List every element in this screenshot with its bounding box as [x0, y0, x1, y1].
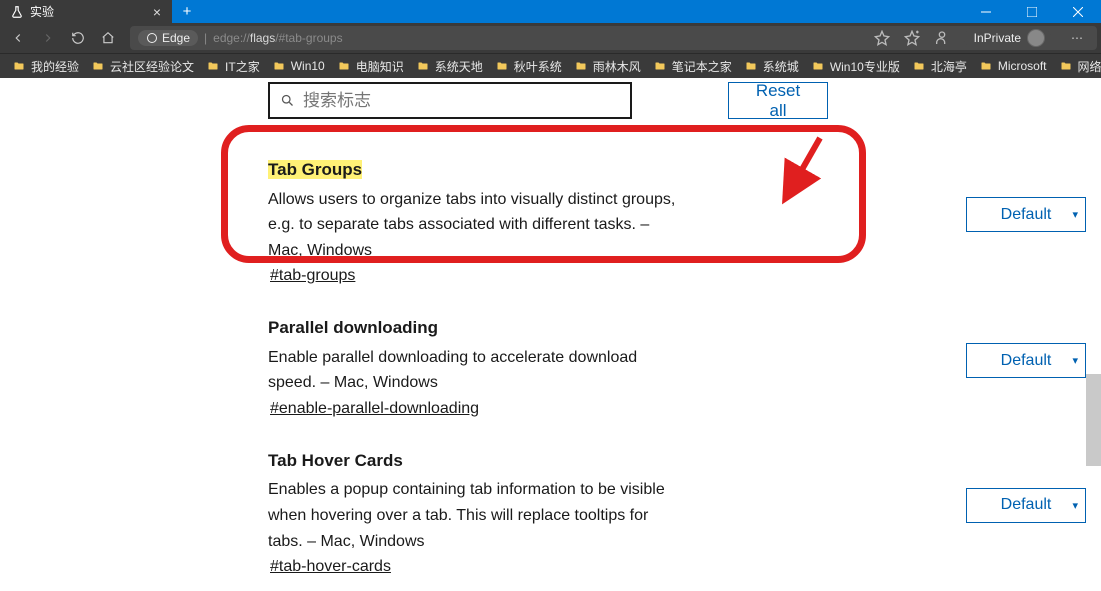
folder-icon — [495, 60, 509, 72]
flag-select-value: Default — [1001, 352, 1052, 370]
flag-select[interactable]: Default ▾ — [966, 488, 1086, 523]
flag-title: Parallel downloading — [268, 318, 438, 337]
flag-select[interactable]: Default ▾ — [966, 197, 1086, 232]
flag-select-value: Default — [1001, 206, 1052, 224]
bookmark-item[interactable]: Win10专业版 — [805, 58, 906, 75]
bookmark-label: Win10专业版 — [830, 58, 900, 75]
title-bar: 实验 × + — [0, 0, 1101, 23]
folder-icon — [337, 60, 351, 72]
flag-anchor-link[interactable]: #tab-groups — [270, 267, 355, 285]
bookmark-item[interactable]: 系统城 — [738, 58, 805, 75]
bookmarks-bar: 我的经验 云社区经验论文 IT之家 Win10 电脑知识 系统天地 秋叶系统 雨林木风 笔记本之… — [0, 53, 1101, 78]
bookmark-label: 我的经验 — [31, 58, 79, 75]
folder-icon — [574, 60, 588, 72]
folder-icon — [206, 60, 220, 72]
bookmark-label: IT之家 — [225, 58, 260, 75]
back-button[interactable] — [4, 24, 32, 52]
folder-icon — [979, 60, 993, 72]
home-button[interactable] — [94, 24, 122, 52]
bookmark-label: 云社区经验论文 — [110, 58, 194, 75]
flag-item: Parallel downloading Enable parallel down… — [268, 315, 828, 418]
chevron-down-icon: ▾ — [1072, 208, 1078, 221]
url-text: edge://flags/#tab-groups — [213, 31, 342, 45]
flag-select-value: Default — [1001, 496, 1052, 514]
folder-icon — [272, 60, 286, 72]
separator: | — [204, 31, 207, 45]
folder-icon — [744, 60, 758, 72]
page-content: Reset all Tab Groups Allows users to orga… — [0, 78, 1101, 591]
bookmark-label: 雨林木风 — [593, 58, 641, 75]
flag-item: Tab Hover Cards Enables a popup containin… — [268, 448, 828, 576]
bookmark-item[interactable]: 系统天地 — [410, 58, 489, 75]
profile-button[interactable]: InPrivate — [964, 27, 1051, 49]
folder-icon — [653, 60, 667, 72]
flag-description: Enable parallel downloading to accelerat… — [268, 345, 678, 396]
bookmark-label: Win10 — [291, 59, 325, 73]
avatar-icon — [1027, 29, 1045, 47]
flask-icon — [10, 5, 24, 19]
bookmark-item[interactable]: IT之家 — [200, 58, 266, 75]
search-icon — [280, 93, 295, 108]
bookmark-item[interactable]: Win10 — [266, 59, 331, 73]
bookmark-item[interactable]: 雨林木风 — [568, 58, 647, 75]
flag-anchor-link[interactable]: #enable-parallel-downloading — [270, 400, 479, 418]
close-window-button[interactable] — [1055, 0, 1101, 23]
folder-icon — [91, 60, 105, 72]
bookmark-label: 北海亭 — [931, 58, 967, 75]
refresh-button[interactable] — [64, 24, 92, 52]
bookmark-item[interactable]: 北海亭 — [906, 58, 973, 75]
search-flags-input-wrapper — [268, 82, 632, 119]
bookmark-label: 秋叶系统 — [514, 58, 562, 75]
flag-description: Enables a popup containing tab informati… — [268, 477, 678, 554]
edge-label: Edge — [162, 31, 190, 45]
forward-button[interactable] — [34, 24, 62, 52]
close-tab-icon[interactable]: × — [150, 5, 164, 19]
bookmark-item[interactable]: 云社区经验论文 — [85, 58, 200, 75]
bookmark-item[interactable]: 我的经验 — [6, 58, 85, 75]
flag-description: Allows users to organize tabs into visua… — [268, 187, 678, 264]
bookmark-item[interactable]: Microsoft — [973, 59, 1053, 73]
favorite-star-icon[interactable] — [874, 30, 890, 46]
nav-toolbar: Edge | edge://flags/#tab-groups InPrivat… — [0, 23, 1101, 53]
folder-icon — [811, 60, 825, 72]
bookmark-label: Microsoft — [998, 59, 1047, 73]
bookmark-label: 笔记本之家 — [672, 58, 732, 75]
extensions-icon[interactable] — [934, 30, 950, 46]
reset-all-button[interactable]: Reset all — [728, 82, 828, 119]
favorites-icon[interactable] — [904, 30, 920, 46]
address-bar[interactable]: Edge | edge://flags/#tab-groups InPrivat… — [130, 26, 1097, 50]
scrollbar-thumb[interactable] — [1086, 374, 1101, 466]
search-flags-input[interactable] — [303, 91, 620, 111]
bookmark-item[interactable]: 电脑知识 — [331, 58, 410, 75]
tab-title: 实验 — [30, 3, 144, 20]
folder-icon — [912, 60, 926, 72]
bookmark-item[interactable]: 网络歌曲 — [1053, 58, 1101, 75]
chevron-down-icon: ▾ — [1072, 354, 1078, 367]
minimize-button[interactable] — [963, 0, 1009, 23]
browser-tab[interactable]: 实验 × — [0, 0, 172, 23]
maximize-button[interactable] — [1009, 0, 1055, 23]
profile-label: InPrivate — [974, 31, 1021, 45]
folder-icon — [12, 60, 26, 72]
chevron-down-icon: ▾ — [1072, 499, 1078, 512]
new-tab-button[interactable]: + — [172, 0, 202, 23]
folder-icon — [1059, 60, 1073, 72]
bookmark-label: 电脑知识 — [356, 58, 404, 75]
flag-select[interactable]: Default ▾ — [966, 343, 1086, 378]
bookmark-label: 系统天地 — [435, 58, 483, 75]
bookmark-item[interactable]: 秋叶系统 — [489, 58, 568, 75]
bookmark-label: 系统城 — [763, 58, 799, 75]
edge-badge: Edge — [138, 30, 198, 46]
flag-item: Tab Groups Allows users to organize tabs … — [268, 157, 828, 285]
flag-anchor-link[interactable]: #tab-hover-cards — [270, 558, 391, 576]
flag-title: Tab Hover Cards — [268, 451, 403, 470]
edge-icon — [146, 32, 158, 44]
folder-icon — [416, 60, 430, 72]
bookmark-item[interactable]: 笔记本之家 — [647, 58, 738, 75]
flag-title: Tab Groups — [268, 160, 362, 179]
more-menu-button[interactable]: ⋯ — [1065, 31, 1089, 45]
bookmark-label: 网络歌曲 — [1078, 58, 1101, 75]
